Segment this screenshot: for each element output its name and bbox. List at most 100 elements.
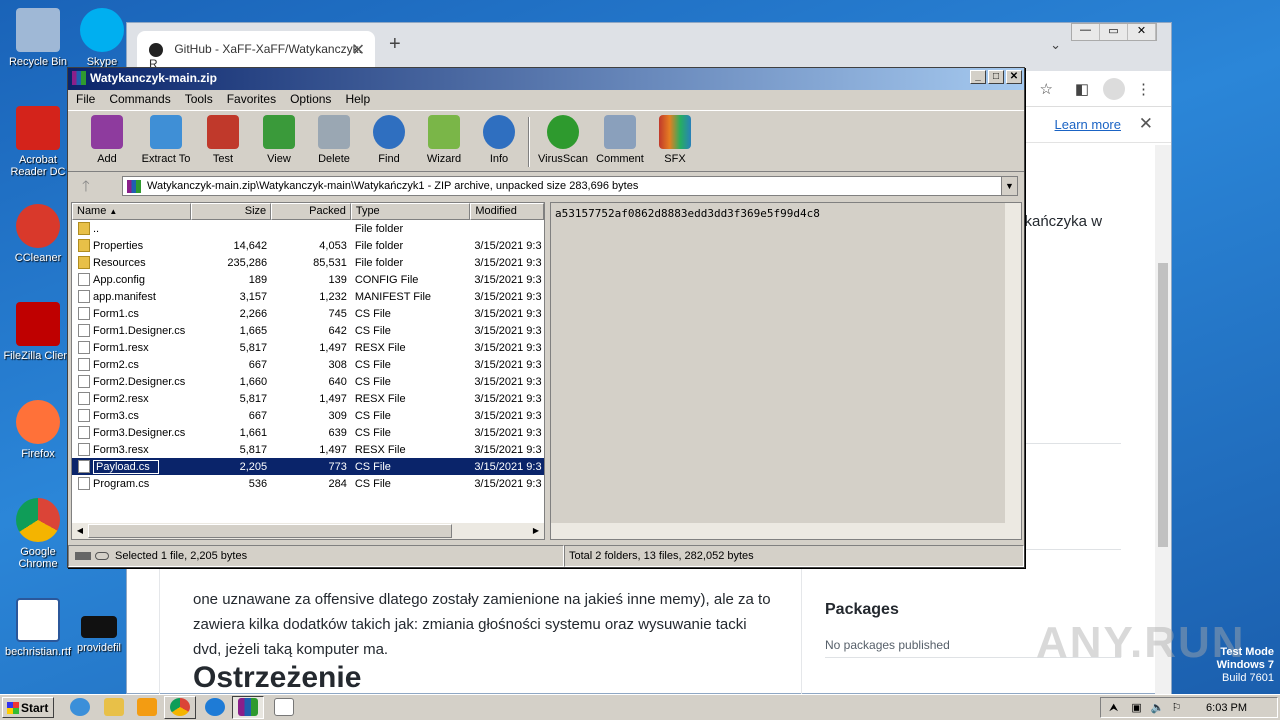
close-tab-icon[interactable]: ✕ — [352, 40, 365, 60]
packages-title[interactable]: Packages — [825, 601, 899, 619]
menu-dots-icon[interactable]: ⋮ — [1136, 80, 1151, 98]
desktop-icon-firefox[interactable]: Firefox — [0, 400, 76, 460]
table-row[interactable]: Program.cs 536 284 CS File 3/15/2021 9:3 — [72, 475, 544, 492]
table-row[interactable]: .. File folder — [72, 220, 544, 237]
table-row[interactable]: Form3.Designer.cs 1,661 639 CS File 3/15/202… — [72, 424, 544, 441]
edge-icon[interactable] — [205, 698, 225, 716]
chevron-down-icon[interactable]: ▼ — [1001, 177, 1017, 195]
taskbar-winrar-button[interactable] — [232, 696, 264, 719]
add-button[interactable]: Add — [78, 115, 136, 165]
menu-favorites[interactable]: Favorites — [227, 92, 276, 110]
table-row[interactable]: Form1.resx 5,817 1,497 RESX File 3/15/2021 9… — [72, 339, 544, 356]
desktop-icon-bechristian[interactable]: bechristian.rtf — [0, 598, 76, 658]
winrar-minimize-button[interactable]: _ — [970, 70, 986, 84]
comment-button[interactable]: Comment — [591, 115, 649, 165]
table-row[interactable]: Form1.cs 2,266 745 CS File 3/15/2021 9:3 — [72, 305, 544, 322]
table-row[interactable]: Form3.resx 5,817 1,497 RESX File 3/15/2021 9… — [72, 441, 544, 458]
desktop-icon-recycle-bin[interactable]: Recycle Bin — [0, 8, 76, 68]
desktop-icon-chrome[interactable]: Google Chrome — [0, 498, 76, 570]
column-name[interactable]: Name ▲ — [72, 203, 192, 220]
tray-arrow-icon[interactable]: ⮝ — [1109, 702, 1118, 714]
info-button[interactable]: Info — [470, 115, 528, 165]
scroll-right-icon[interactable]: ▶ — [529, 524, 543, 538]
table-row[interactable]: Form3.cs 667 309 CS File 3/15/2021 9:3 — [72, 407, 544, 424]
desktop-icon-ccleaner[interactable]: CCleaner — [0, 204, 76, 264]
clock[interactable]: 6:03 PM — [1206, 702, 1247, 714]
cell-type: File folder — [354, 256, 404, 269]
menu-options[interactable]: Options — [290, 92, 331, 110]
minimize-button[interactable]: — — [1072, 24, 1100, 40]
internet-explorer-icon[interactable] — [70, 698, 90, 716]
flag-icon[interactable]: ⚐ — [1172, 702, 1182, 714]
menu-file[interactable]: File — [76, 92, 95, 110]
browser-tab[interactable]: GitHub - XaFF-XaFF/Watykanczyk: R ✕ — [137, 31, 375, 71]
table-row[interactable]: Form2.Designer.cs 1,660 640 CS File 3/15/202… — [72, 373, 544, 390]
path-combobox[interactable]: Watykanczyk-main.zip\Watykanczyk-main\Wa… — [122, 176, 1018, 196]
table-row[interactable]: Properties 14,642 4,053 File folder 3/15/202… — [72, 237, 544, 254]
comment-horizontal-scrollbar[interactable] — [551, 523, 1021, 539]
menu-help[interactable]: Help — [345, 92, 370, 110]
volume-icon[interactable]: 🔈 — [1151, 702, 1165, 714]
view-book-icon — [263, 115, 295, 149]
desktop-icon-skype[interactable]: Skype — [72, 8, 132, 68]
table-row[interactable]: Resources 235,286 85,531 File folder 3/15/20… — [72, 254, 544, 271]
desktop-icon-acrobat[interactable]: Acrobat Reader DC — [0, 106, 76, 178]
comment-vertical-scrollbar[interactable] — [1005, 203, 1021, 523]
notepad-icon[interactable] — [274, 698, 294, 716]
column-modified[interactable]: Modified — [470, 203, 544, 220]
find-button[interactable]: Find — [360, 115, 418, 165]
taskbar-chrome-button[interactable] — [164, 696, 196, 719]
side-panel-icon[interactable]: ◧ — [1075, 80, 1089, 98]
profile-avatar[interactable] — [1103, 78, 1125, 100]
learn-more-link[interactable]: Learn more — [1055, 117, 1121, 132]
scrollbar-thumb[interactable] — [1158, 263, 1168, 547]
horizontal-scrollbar[interactable]: ◀ ▶ — [72, 523, 544, 539]
winrar-window: Watykanczyk-main.zip _ □ ✕ File Commands… — [67, 67, 1025, 568]
column-type[interactable]: Type — [350, 203, 471, 220]
view-button[interactable]: View — [250, 115, 308, 165]
key-icon — [95, 552, 109, 560]
close-window-button[interactable]: ✕ — [1128, 24, 1156, 40]
winrar-maximize-button[interactable]: □ — [988, 70, 1004, 84]
new-tab-button[interactable]: + — [389, 33, 401, 56]
cell-type: CS File — [354, 409, 391, 422]
test-button[interactable]: Test — [194, 115, 252, 165]
maximize-button[interactable]: ▭ — [1100, 24, 1128, 40]
start-button[interactable]: Start — [2, 697, 54, 718]
tab-search-chevron-icon[interactable]: ⌄ — [1050, 37, 1061, 53]
extract-folder-icon — [150, 115, 182, 149]
table-row[interactable]: app.manifest 3,157 1,232 MANIFEST File 3/15/… — [72, 288, 544, 305]
status-left: Selected 1 file, 2,205 bytes — [68, 545, 564, 567]
page-scrollbar[interactable] — [1155, 145, 1171, 695]
menu-commands[interactable]: Commands — [109, 92, 170, 110]
table-row[interactable]: Form2.cs 667 308 CS File 3/15/2021 9:3 — [72, 356, 544, 373]
desktop-icon-providefil[interactable]: providefil — [72, 616, 126, 654]
desktop-icon-filezilla[interactable]: FileZilla Client — [0, 302, 76, 362]
network-icon[interactable]: ▣ — [1131, 702, 1141, 714]
file-icon — [78, 324, 90, 337]
close-info-bar-icon[interactable]: ✕ — [1139, 114, 1153, 134]
winrar-title-bar[interactable]: Watykanczyk-main.zip _ □ ✕ — [68, 68, 1024, 90]
up-arrow-icon[interactable]: 🡑 — [82, 176, 90, 201]
table-row[interactable]: Form2.resx 5,817 1,497 RESX File 3/15/2021 9… — [72, 390, 544, 407]
menu-tools[interactable]: Tools — [185, 92, 213, 110]
explorer-folder-icon[interactable] — [104, 698, 124, 716]
cell-modified: 3/15/2021 9:3 — [474, 341, 542, 354]
cell-size: 536 — [248, 477, 268, 490]
virusscan-button[interactable]: VirusScan — [534, 115, 592, 165]
column-size[interactable]: Size — [191, 203, 272, 220]
sort-up-icon: ▲ — [109, 207, 118, 216]
table-row[interactable]: App.config 189 139 CONFIG File 3/15/2021 9:3 — [72, 271, 544, 288]
extract-to-button[interactable]: Extract To — [137, 115, 195, 165]
table-row[interactable]: Form1.Designer.cs 1,665 642 CS File 3/15/202… — [72, 322, 544, 339]
wizard-button[interactable]: Wizard — [415, 115, 473, 165]
delete-button[interactable]: Delete — [305, 115, 363, 165]
column-packed[interactable]: Packed — [271, 203, 351, 220]
bookmark-star-icon[interactable]: ☆ — [1040, 80, 1053, 98]
scroll-left-icon[interactable]: ◀ — [73, 524, 87, 538]
table-row[interactable]: Payload.cs 2,205 773 CS File 3/15/2021 9:3 — [72, 458, 544, 475]
sfx-button[interactable]: SFX — [646, 115, 704, 165]
media-player-icon[interactable] — [137, 698, 157, 716]
scrollbar-thumb[interactable] — [88, 524, 452, 538]
winrar-close-button[interactable]: ✕ — [1006, 70, 1022, 84]
